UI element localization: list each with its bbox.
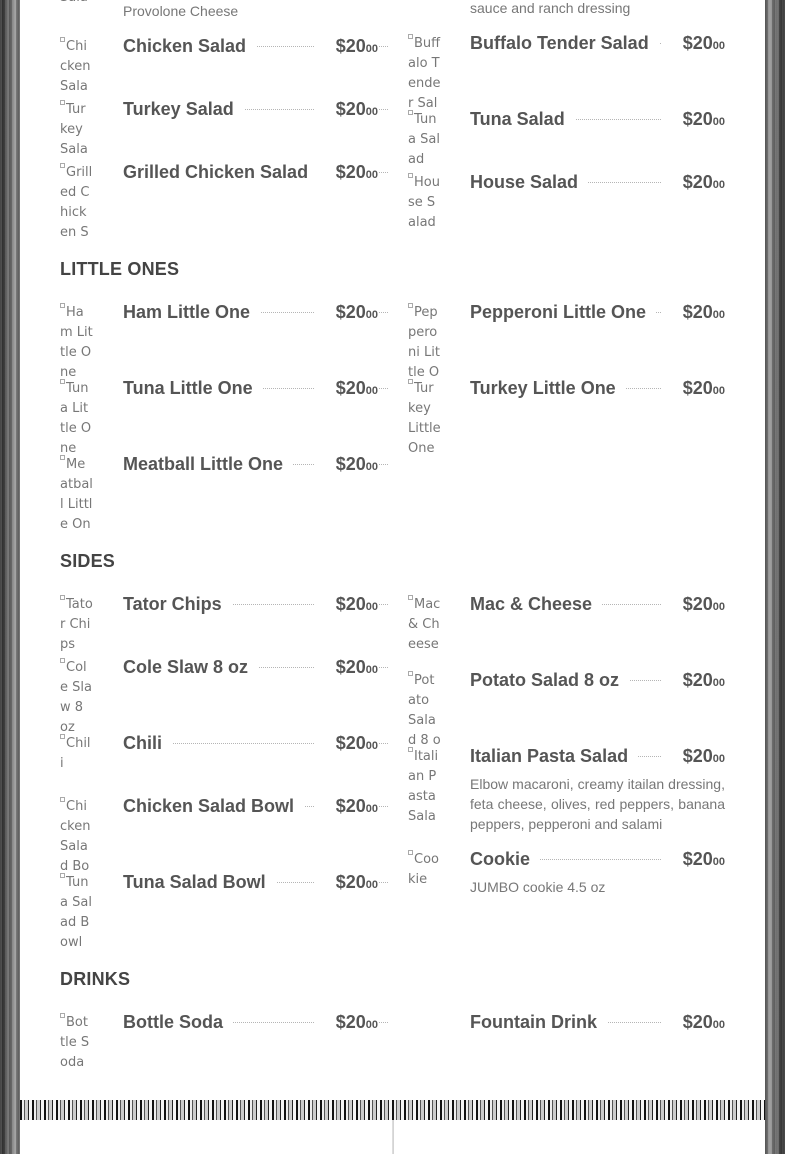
menu-item-name: Cole Slaw 8 oz [123,655,259,679]
menu-item-name: House Salad [470,170,589,194]
menu-item-name: Meatball Little One [123,452,294,476]
menu-item-price: $2000 [315,376,378,400]
menu-item-name: Mac & Cheese [470,592,603,616]
menu-item-name: Tuna Little One [123,376,263,400]
menu-item-image: Chicken Salad Bowl [60,797,91,874]
menu-item-price: $2000 [662,170,725,194]
menu-item-image: Mac & Cheese [408,595,441,652]
decorative-band [20,1100,765,1120]
menu-item-name: Turkey Salad [123,97,244,121]
menu-item-price: $2000 [315,160,378,184]
menu-item-image: Tuna Little One [60,379,92,456]
menu-item-image: Pepperoni Little One [408,303,440,380]
menu-item-description: JUMBO cookie 4.5 oz [470,879,606,895]
section-heading-drinks: DRINKS [60,969,131,989]
menu-item-name: Fountain Drink [470,1010,607,1034]
menu-item-price: $2000 [662,592,725,616]
menu-item-price: $2000 [662,744,725,768]
menu-item-price: $2000 [662,300,725,324]
section-heading-sides: SIDES [60,551,116,571]
menu-item-image: Italian Pasta Salad [408,747,439,824]
footer-panel-left [20,1120,393,1154]
menu-item-image: Bottle Soda [60,1013,90,1070]
menu-item-price: $2000 [315,794,378,818]
menu-item-name: Italian Pasta Salad [470,744,639,768]
menu-item-name: Chicken Salad Bowl [123,794,305,818]
menu-item-name: Cookie [470,847,541,871]
menu-item-price: $2000 [315,731,378,755]
menu-item-image: Turkey Salad [60,100,88,157]
menu-item-name: Pepperoni Little One [470,300,657,324]
menu-item-price: $2000 [315,97,378,121]
menu-item-price: $2000 [662,847,725,871]
menu-item-image: Cookie [408,850,439,887]
menu-item-description: Provolone Cheese [123,3,239,19]
menu-item-image: Potato Salad 8 oz [408,671,441,748]
menu-item-image: Turkey Little One [408,379,441,456]
menu-item-price: $2000 [315,300,378,324]
menu-item-image: Chili [60,734,91,771]
menu-item-image: Tator Chips [60,595,93,652]
menu-item-name: Chicken Salad [123,34,257,58]
menu-item-image: Ham Little One [60,303,93,380]
menu-item-image: House Salad [408,173,440,230]
menu-item-image: Buffalo Tender Salad [408,34,441,111]
menu-item-image: Grilled Chicken Salad [60,163,93,240]
menu-item-image: Salad [60,0,93,8]
menu-item-name: Potato Salad 8 oz [470,668,630,692]
menu-item-description: Elbow macaroni, creamy itailan dressing,… [470,776,725,832]
menu-item-description: sauce and ranch dressing [470,0,631,16]
menu-item-name: Grilled Chicken Salad [123,160,319,184]
menu-item-price: $2000 [315,1010,378,1034]
menu-item-price: $2000 [315,870,378,894]
menu-item-price: $2000 [662,1010,725,1034]
menu-item-name: Buffalo Tender Salad [470,31,659,55]
menu-item-name: Ham Little One [123,300,261,324]
menu-item-price: $2000 [662,376,725,400]
menu-item-image: Chicken Salad [60,37,91,94]
footer-panel-right [394,1120,765,1154]
menu-item-image: Tuna Salad [408,110,440,167]
menu-item-name: Chili [123,731,172,755]
menu-item-price: $2000 [315,655,378,679]
menu-item-price: $2000 [315,34,378,58]
menu-item-price: $2000 [662,107,725,131]
section-heading-little-ones: LITTLE ONES [60,259,180,279]
menu-item-name: Tator Chips [123,592,232,616]
menu-item-price: $2000 [315,592,378,616]
menu-item-price: $2000 [315,452,378,476]
menu-item-name: Bottle Soda [123,1010,234,1034]
menu-item-name: Tuna Salad [470,107,575,131]
menu-item-image: Tuna Salad Bowl [60,873,92,950]
menu-item-price: $2000 [662,31,725,55]
menu-item-price: $2000 [662,668,725,692]
menu-item-image: Cole Slaw 8 oz [60,658,92,735]
menu-item-name: Tuna Salad Bowl [123,870,276,894]
menu-item-name: Turkey Little One [470,376,626,400]
menu-item-image: Meatball Little One [60,455,93,532]
